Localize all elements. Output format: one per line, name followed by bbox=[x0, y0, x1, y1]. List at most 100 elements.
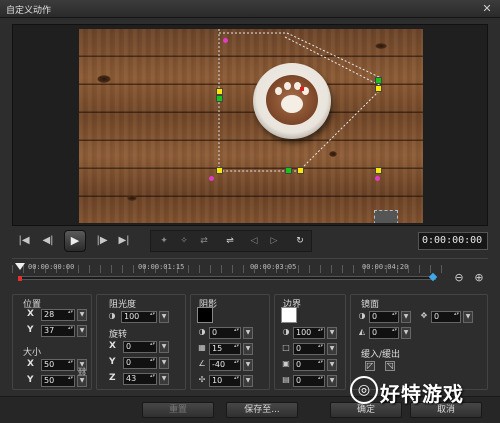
position-y-dropdown[interactable]: ▼ bbox=[77, 325, 87, 337]
rotation-y-input[interactable]: 0 bbox=[123, 357, 157, 369]
ruler-label: 00:00:00:00 bbox=[28, 263, 75, 271]
shadow-opacity-dropdown[interactable]: ▼ bbox=[243, 327, 253, 339]
go-to-start-icon[interactable]: |◀ bbox=[16, 232, 32, 250]
border-blur-icon: ▤ bbox=[282, 375, 290, 384]
add-keyframe-icon[interactable]: ✦ bbox=[155, 234, 173, 248]
swap-keyframe-icon[interactable]: ⇌ bbox=[221, 234, 239, 248]
size-x-label: X bbox=[27, 359, 34, 369]
mirror-opacity-input[interactable]: 0 bbox=[369, 311, 399, 323]
border-style-input[interactable]: 0 bbox=[293, 359, 325, 371]
pivot-marker[interactable] bbox=[223, 38, 228, 43]
resize-handle[interactable] bbox=[216, 167, 223, 174]
resize-handle[interactable] bbox=[297, 167, 304, 174]
opacity-dropdown[interactable]: ▼ bbox=[159, 311, 169, 323]
next-keyframe-icon[interactable]: ▷ bbox=[265, 234, 283, 248]
border-width-dropdown[interactable]: ▼ bbox=[327, 343, 337, 355]
shadow-thumbnail[interactable] bbox=[374, 210, 398, 223]
shadow-distance-icon: ✣ bbox=[198, 375, 206, 384]
shadow-distance-dropdown[interactable]: ▼ bbox=[243, 375, 253, 387]
resize-handle[interactable] bbox=[375, 167, 382, 174]
preview-area bbox=[12, 24, 488, 226]
watermark-text: 好特游戏 bbox=[380, 382, 464, 406]
border-blur-input[interactable]: 0 bbox=[293, 375, 325, 387]
rotate-handle[interactable] bbox=[375, 77, 382, 84]
resize-handle[interactable] bbox=[375, 85, 382, 92]
zoom-in-icon[interactable]: ⊕ bbox=[472, 271, 486, 285]
rotation-z-input[interactable]: 43 bbox=[123, 373, 157, 385]
go-to-end-icon[interactable]: ▶| bbox=[116, 232, 132, 250]
shadow-color-swatch[interactable] bbox=[197, 307, 213, 323]
border-panel: 边界 ◑ 100 ▼ □ 0 ▼ ▣ 0 ▼ ▤ 0 ▼ bbox=[274, 294, 346, 390]
size-x-input[interactable]: 50 bbox=[41, 359, 75, 371]
mirror-fade-input[interactable]: 0 bbox=[369, 327, 399, 339]
playhead[interactable] bbox=[15, 263, 25, 270]
preview-image[interactable] bbox=[79, 29, 423, 223]
position-x-label: X bbox=[27, 309, 34, 319]
mirror-fade-dropdown[interactable]: ▼ bbox=[401, 327, 411, 339]
size-y-input[interactable]: 50 bbox=[41, 375, 75, 387]
mirror-offset-input[interactable]: 0 bbox=[431, 311, 461, 323]
opacity-input[interactable]: 100 bbox=[121, 311, 157, 323]
fade-out-icon[interactable]: ◹ bbox=[385, 361, 395, 371]
previous-frame-icon[interactable]: ◀| bbox=[40, 232, 56, 250]
pivot-marker[interactable] bbox=[209, 176, 214, 181]
shadow-blur-input[interactable]: 15 bbox=[209, 343, 241, 355]
shadow-angle-dropdown[interactable]: ▼ bbox=[243, 359, 253, 371]
resize-handle[interactable] bbox=[216, 88, 223, 95]
reverse-keyframe-icon[interactable]: ⇄ bbox=[195, 234, 213, 248]
opacity-title: 阻光度 bbox=[109, 300, 137, 310]
rotate-handle[interactable] bbox=[216, 95, 223, 102]
size-title: 大小 bbox=[23, 348, 42, 358]
link-icon[interactable]: ⛓ bbox=[77, 367, 87, 377]
shadow-angle-input[interactable]: -40 bbox=[209, 359, 241, 371]
remove-keyframe-icon[interactable]: ✧ bbox=[175, 234, 193, 248]
rotation-y-dropdown[interactable]: ▼ bbox=[159, 357, 169, 369]
position-x-input[interactable]: 28 bbox=[41, 309, 75, 321]
rotation-x-input[interactable]: 0 bbox=[123, 341, 157, 353]
border-opacity-dropdown[interactable]: ▼ bbox=[327, 327, 337, 339]
rotation-x-dropdown[interactable]: ▼ bbox=[159, 341, 169, 353]
rotation-y-label: Y bbox=[109, 357, 116, 367]
timecode-field[interactable]: 0:00:00:00 bbox=[418, 232, 488, 250]
position-x-dropdown[interactable]: ▼ bbox=[77, 309, 87, 321]
play-icon[interactable]: ▶ bbox=[64, 230, 86, 252]
border-color-swatch[interactable] bbox=[281, 307, 297, 323]
mirror-offset-dropdown[interactable]: ▼ bbox=[463, 311, 473, 323]
position-x-row: X 28 ▼ bbox=[27, 309, 87, 322]
prev-keyframe-icon[interactable]: ◁ bbox=[245, 234, 263, 248]
mirror-opacity-dropdown[interactable]: ▼ bbox=[401, 311, 411, 323]
mirror-opacity-icon: ◑ bbox=[358, 311, 366, 320]
zoom-out-icon[interactable]: ⊖ bbox=[452, 271, 466, 285]
border-blur-dropdown[interactable]: ▼ bbox=[327, 375, 337, 387]
border-opacity-icon: ◑ bbox=[282, 327, 290, 336]
border-style-dropdown[interactable]: ▼ bbox=[327, 359, 337, 371]
keyframe-marker[interactable] bbox=[18, 276, 22, 281]
mirror-fade-icon: ◭ bbox=[358, 327, 366, 336]
opacity-icon: ◑ bbox=[108, 311, 116, 320]
anchor-point[interactable] bbox=[300, 87, 304, 91]
border-opacity-input[interactable]: 100 bbox=[293, 327, 325, 339]
border-style-icon: ▣ bbox=[282, 359, 290, 368]
opacity-rotation-panel: 阻光度 ◑ 100 ▼ 旋转 X 0 ▼ Y 0 ▼ Z 43 ▼ bbox=[96, 294, 186, 390]
reset-button[interactable]: 重置 bbox=[142, 402, 214, 418]
rotate-handle[interactable] bbox=[285, 167, 292, 174]
border-width-input[interactable]: 0 bbox=[293, 343, 325, 355]
fade-in-icon[interactable]: ◸ bbox=[365, 361, 375, 371]
loop-icon[interactable]: ↻ bbox=[291, 234, 309, 248]
fade-title: 缓入/缓出 bbox=[361, 350, 401, 360]
save-as-button[interactable]: 保存至... bbox=[226, 402, 298, 418]
rotation-z-dropdown[interactable]: ▼ bbox=[159, 373, 169, 385]
position-y-label: Y bbox=[27, 325, 34, 335]
timeline-track[interactable] bbox=[18, 276, 436, 280]
shadow-panel: 阴影 ◑ 0 ▼ ▦ 15 ▼ ∠ -40 ▼ ✣ 10 ▼ bbox=[190, 294, 270, 390]
transform-frame bbox=[218, 29, 380, 172]
pivot-marker[interactable] bbox=[375, 176, 380, 181]
shadow-blur-dropdown[interactable]: ▼ bbox=[243, 343, 253, 355]
shadow-distance-input[interactable]: 10 bbox=[209, 375, 241, 387]
shadow-opacity-input[interactable]: 0 bbox=[209, 327, 241, 339]
next-frame-icon[interactable]: |▶ bbox=[94, 232, 110, 250]
position-y-input[interactable]: 37 bbox=[41, 325, 75, 337]
close-icon[interactable]: ✕ bbox=[480, 2, 494, 16]
mirror-title: 镜面 bbox=[361, 300, 380, 310]
rotation-z-label: Z bbox=[109, 373, 116, 383]
